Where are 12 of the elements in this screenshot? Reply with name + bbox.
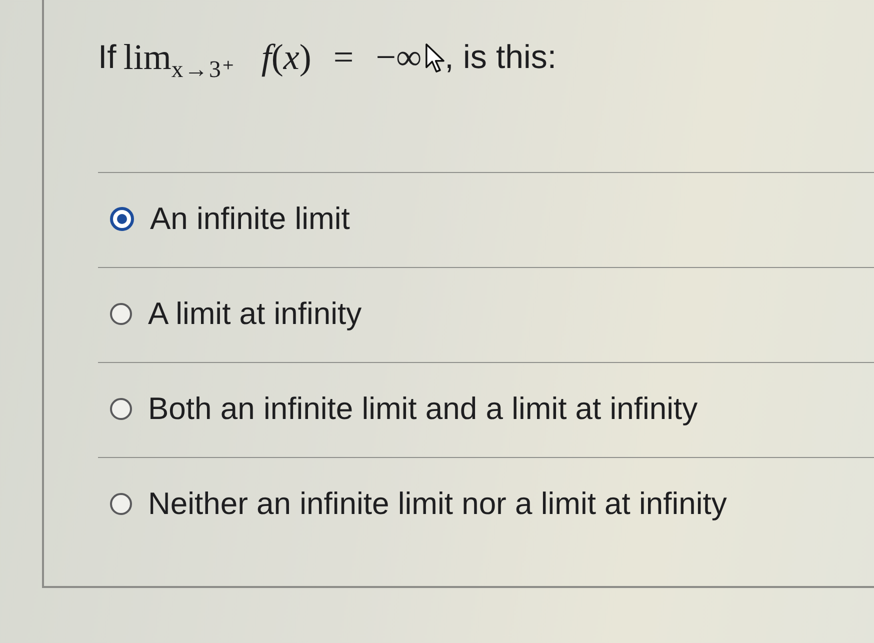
option-label[interactable]: Neither an infinite limit nor a limit at infinity bbox=[148, 485, 727, 523]
cursor-icon bbox=[424, 43, 445, 73]
option-label[interactable]: A limit at infinity bbox=[148, 295, 362, 333]
question-text: If bbox=[98, 37, 116, 77]
question-text: , is this: bbox=[444, 37, 557, 77]
option-label[interactable]: An infinite limit bbox=[150, 200, 350, 238]
limit-formula: lim$_{x→3⁺}$ f(x) = −∞ bbox=[123, 36, 422, 86]
radio-button[interactable] bbox=[110, 398, 132, 420]
radio-button[interactable] bbox=[110, 493, 132, 515]
option-label[interactable]: Both an infinite limit and a limit at infinity bbox=[148, 390, 698, 428]
radio-button[interactable] bbox=[110, 303, 132, 325]
radio-button[interactable] bbox=[110, 207, 134, 231]
